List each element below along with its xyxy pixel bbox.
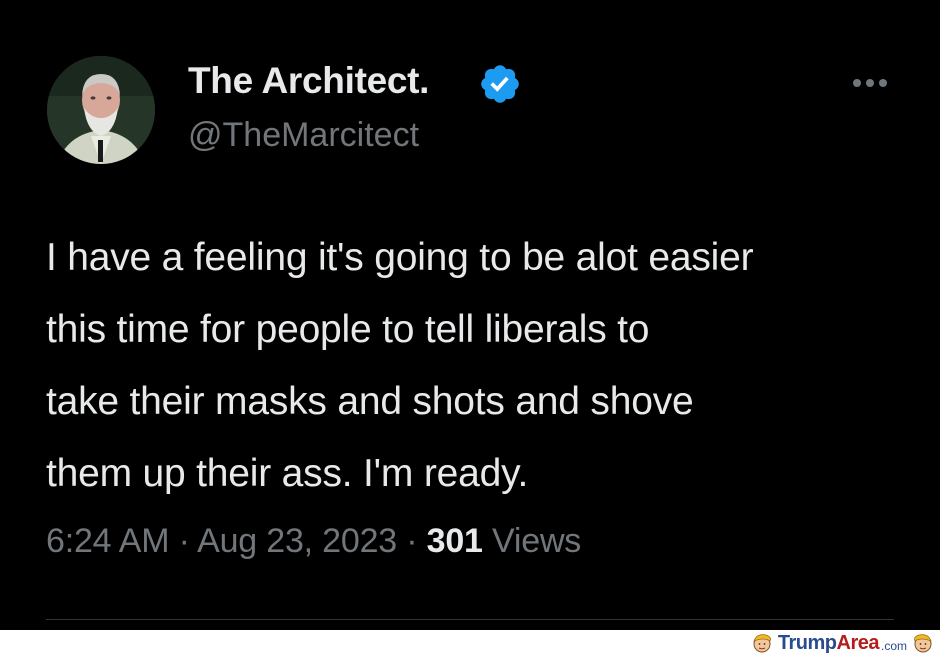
watermark-bar: TrumpArea .com (0, 630, 940, 656)
views-count: 301 (426, 522, 483, 560)
tweet-metadata: 6:24 AM · Aug 23, 2023 · 301 Views (46, 522, 581, 561)
tweet-text-line: I have a feeling it's going to be alot e… (46, 236, 754, 279)
divider (46, 619, 894, 620)
tweet-text-line: them up their ass. I'm ready. (46, 452, 529, 495)
tweet-card: The Architect. @TheMarcitect I have a fe… (0, 0, 940, 630)
meta-separator: · (178, 522, 190, 560)
avatar[interactable] (47, 56, 155, 164)
avatar-image (47, 56, 155, 164)
display-name[interactable]: The Architect. (188, 60, 429, 102)
more-horizontal-icon (866, 79, 874, 87)
views-label: Views (492, 522, 582, 560)
tweet-time[interactable]: 6:24 AM (46, 522, 170, 560)
trump-face-icon (914, 634, 932, 653)
more-horizontal-icon (853, 79, 861, 87)
watermark: TrumpArea .com (751, 631, 934, 655)
verified-badge-icon (481, 65, 519, 103)
trump-face-icon (753, 634, 771, 653)
watermark-brand-second: Area (836, 631, 880, 654)
tweet-text-line: this time for people to tell liberals to (46, 308, 650, 351)
tweet-date[interactable]: Aug 23, 2023 (197, 522, 397, 560)
watermark-brand-first: Trump (777, 631, 837, 654)
watermark-tld: .com (880, 638, 907, 653)
more-options-button[interactable] (842, 68, 898, 98)
watermark-brand: TrumpArea (777, 631, 880, 655)
tweet-text: I have a feeling it's going to be alot e… (46, 222, 916, 510)
tweet-text-line: take their masks and shots and shove (46, 380, 694, 423)
meta-separator: · (406, 522, 418, 560)
user-handle[interactable]: @TheMarcitect (188, 116, 419, 155)
more-horizontal-icon (879, 79, 887, 87)
